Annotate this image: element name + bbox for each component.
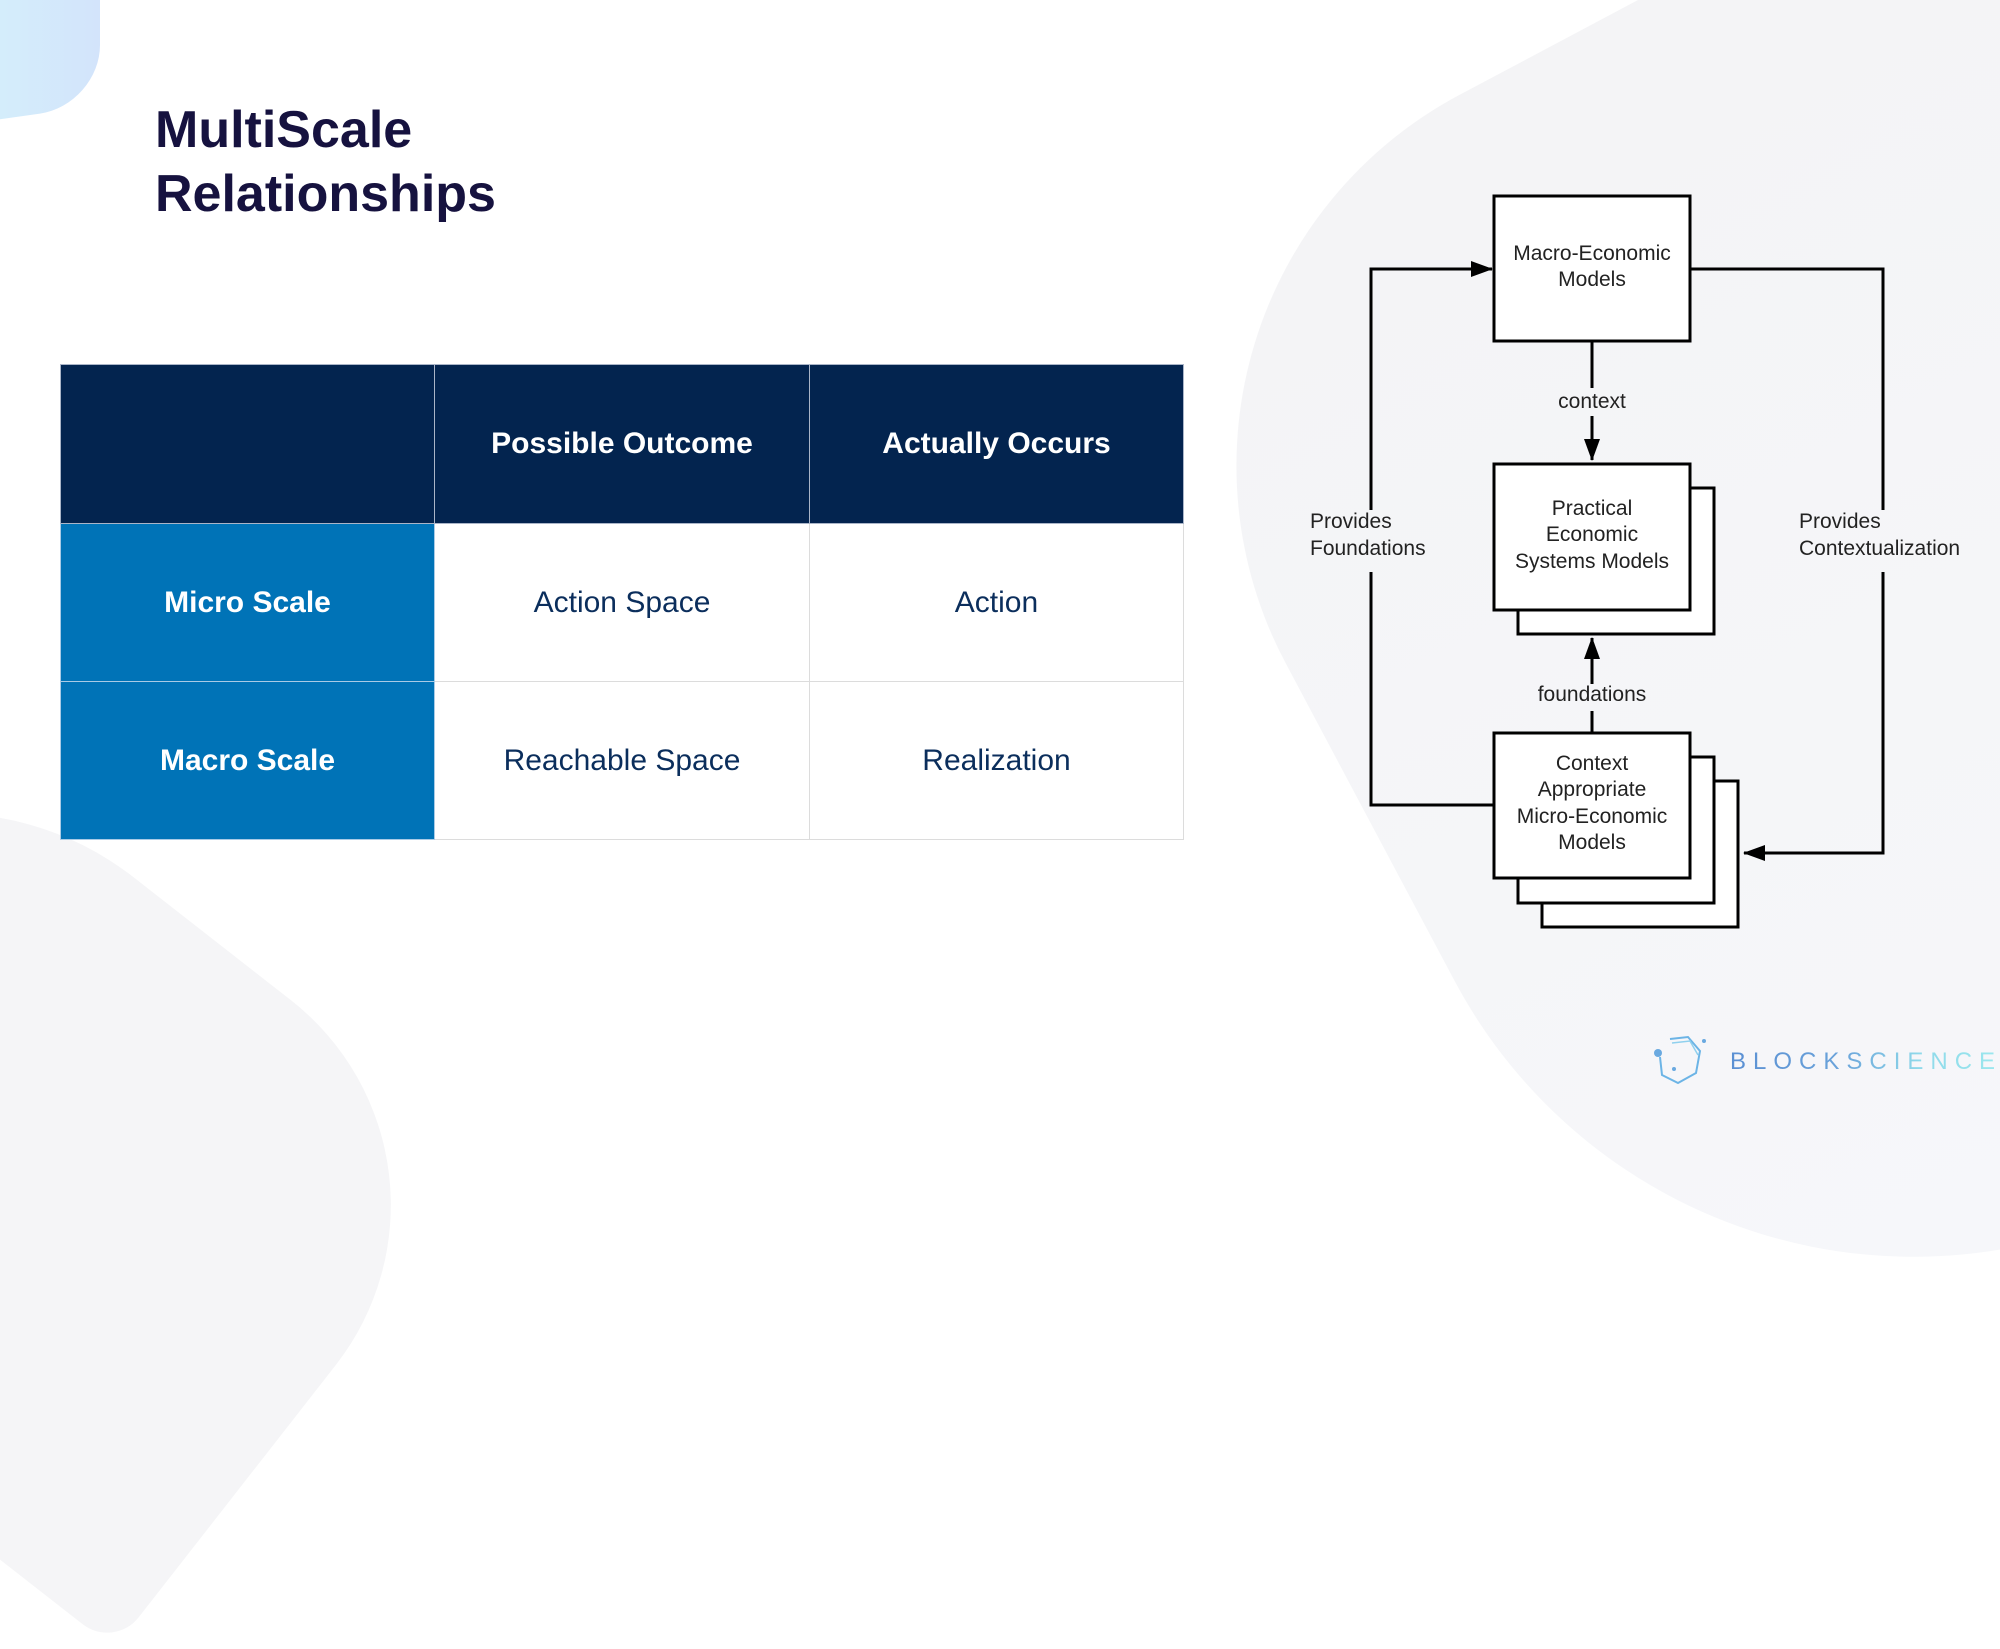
node-micro-line-4: Models: [1558, 831, 1626, 854]
label-provides-contextualization-2: Contextualization: [1799, 537, 1960, 560]
node-context-appropriate-micro-economic-models: Context Appropriate Micro-Economic Model…: [1492, 731, 1740, 929]
node-practical-line-2: Economic: [1546, 523, 1638, 546]
edge-context: context: [1558, 341, 1626, 461]
node-practical-line-1: Practical: [1552, 497, 1633, 520]
edge-provides-contextualization: Provides Contextualization: [1690, 267, 1960, 861]
label-provides-foundations-1: Provides: [1310, 510, 1392, 533]
blockscience-hexagon-icon: [1654, 1035, 1706, 1085]
brand-logo: BLOCKSCIENCE: [1652, 1035, 2000, 1089]
node-practical-economic-systems-models: Practical Economic Systems Models: [1492, 462, 1716, 636]
node-micro-line-2: Appropriate: [1538, 778, 1647, 801]
edge-foundations: foundations: [1538, 637, 1647, 733]
label-foundations: foundations: [1538, 683, 1647, 706]
brand-name: BLOCKSCIENCE: [1730, 1048, 2000, 1076]
model-relationship-diagram: Provides Foundations Provides Contextual…: [1310, 194, 1960, 929]
node-macro-line-1: Macro-Economic: [1513, 242, 1671, 265]
label-provides-contextualization-1: Provides: [1799, 510, 1881, 533]
node-macro-economic-models: Macro-Economic Models: [1492, 194, 1692, 343]
node-macro-line-2: Models: [1558, 268, 1626, 291]
node-micro-line-3: Micro-Economic: [1517, 805, 1668, 828]
edge-provides-foundations: Provides Foundations: [1310, 261, 1494, 807]
node-practical-line-3: Systems Models: [1515, 550, 1669, 573]
node-micro-line-1: Context: [1556, 752, 1629, 775]
label-context: context: [1558, 390, 1626, 413]
label-provides-foundations-2: Foundations: [1310, 537, 1426, 560]
